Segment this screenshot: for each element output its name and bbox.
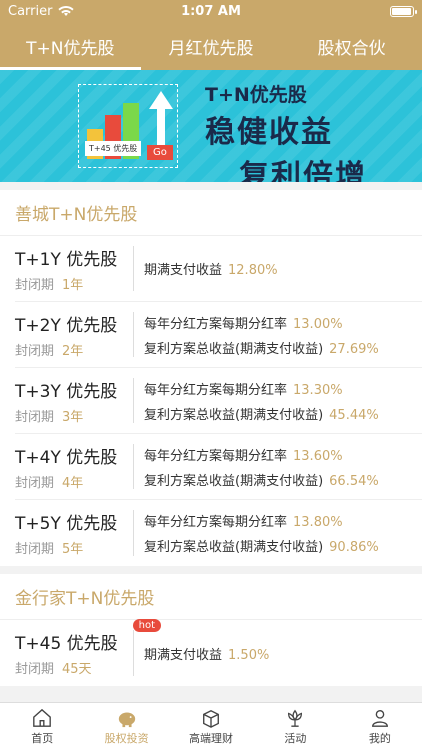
banner-line3: 复利倍增 <box>239 159 367 182</box>
piggy-bank-icon <box>118 712 135 727</box>
banner-go-label: Go <box>147 145 173 160</box>
nav-equity-investment[interactable]: 股权投资 <box>84 703 168 750</box>
tab-tn-preferred[interactable]: T+N优先股 <box>0 22 141 70</box>
nav-home[interactable]: 首页 <box>0 703 84 750</box>
product-name: T+45 优先股 hot <box>15 619 161 654</box>
lockup-value: 4年 <box>62 475 84 491</box>
section-shancheng: 善城T+N优先股 T+1Y 优先股 封闭期 1年 期满支付收益 12.80% T+2… <box>0 190 422 566</box>
nav-label: 高端理财 <box>189 731 234 745</box>
lockup-label: 封闭期 <box>15 542 55 557</box>
product-row[interactable]: T+2Y 优先股 封闭期 2年 每年分红方案每期分红率 13.00% 复利方案总收益… <box>15 302 422 368</box>
nav-premium-wealth[interactable]: 高端理财 <box>169 703 253 750</box>
banner-line2: 稳健收益 <box>205 115 333 150</box>
yield-label: 复利方案总收益(期满支付收益) <box>144 341 324 357</box>
section-title: 金行家T+N优先股 <box>0 574 422 620</box>
home-icon <box>33 708 52 727</box>
up-arrow-icon <box>149 91 173 109</box>
user-icon <box>371 709 388 727</box>
section-title: 善城T+N优先股 <box>0 190 422 236</box>
product-name: T+5Y 优先股 <box>15 514 118 534</box>
lockup-label: 封闭期 <box>15 277 55 293</box>
banner-line1: T+N优先股 <box>205 84 307 106</box>
lockup-value: 1年 <box>62 277 84 293</box>
yield-label: 期满支付收益 <box>144 647 223 663</box>
yield-label: 复利方案总收益(期满支付收益) <box>144 473 324 489</box>
yield-rate: 12.80% <box>228 263 278 278</box>
lockup-label: 封闭期 <box>15 475 55 491</box>
bottom-nav: 首页 股权投资 高端理财 活动 我的 <box>0 702 422 750</box>
product-row[interactable]: T+4Y 优先股 封闭期 4年 每年分红方案每期分红率 13.60% 复利方案总收益… <box>15 434 422 500</box>
nav-activities[interactable]: 活动 <box>253 703 337 750</box>
yield-rate: 13.60% <box>293 448 343 464</box>
lockup-label: 封闭期 <box>15 662 55 677</box>
top-tabs: T+N优先股 月红优先股 股权合伙 <box>0 22 422 70</box>
box-icon <box>203 709 219 728</box>
hot-badge: hot <box>132 619 161 632</box>
clock: 1:07 AM <box>181 3 241 19</box>
yield-rate: 45.44% <box>329 407 379 423</box>
yield-label: 复利方案总收益(期满支付收益) <box>144 540 324 555</box>
yield-rate: 13.30% <box>293 382 343 398</box>
nav-label: 活动 <box>284 731 307 745</box>
yield-rate: 1.50% <box>228 647 270 663</box>
lockup-value: 5年 <box>62 542 84 557</box>
flower-icon <box>288 709 303 727</box>
nav-mine[interactable]: 我的 <box>338 703 422 750</box>
product-row[interactable]: T+45 优先股 hot 封闭期 45天 期满支付收益 1.50% <box>15 619 422 686</box>
nav-label: 首页 <box>31 731 54 745</box>
lockup-value: 2年 <box>62 343 84 359</box>
yield-rate: 90.86% <box>329 540 379 555</box>
yield-label: 复利方案总收益(期满支付收益) <box>144 407 324 423</box>
battery-icon <box>390 5 417 17</box>
yield-rate: 13.80% <box>293 515 343 530</box>
yield-rate: 66.54% <box>329 473 379 489</box>
lockup-label: 封闭期 <box>15 343 55 359</box>
yield-label: 每年分红方案每期分红率 <box>144 448 288 464</box>
yield-label: 每年分红方案每期分红率 <box>144 316 288 332</box>
status-bar: Carrier 1:07 AM <box>0 0 422 22</box>
banner-card: T+45 优先股 <box>85 141 142 156</box>
product-name: T+2Y 优先股 <box>15 315 118 336</box>
product-row[interactable]: T+3Y 优先股 封闭期 3年 每年分红方案每期分红率 13.30% 复利方案总收益… <box>15 368 422 434</box>
product-name: T+3Y 优先股 <box>15 381 118 402</box>
lockup-label: 封闭期 <box>15 409 55 425</box>
lockup-value: 45天 <box>62 662 92 677</box>
nav-label: 股权投资 <box>104 731 149 745</box>
nav-label: 我的 <box>368 731 391 745</box>
product-row[interactable]: T+5Y 优先股 封闭期 5年 每年分红方案每期分红率 13.80% 复利方案总收益… <box>15 500 422 566</box>
promo-banner[interactable]: T+45 优先股 Go T+N优先股 稳健收益 复利倍增 <box>0 70 422 182</box>
product-row[interactable]: T+1Y 优先股 封闭期 1年 期满支付收益 12.80% <box>15 236 422 302</box>
yield-rate: 27.69% <box>329 341 379 357</box>
yield-label: 期满支付收益 <box>144 263 223 278</box>
yield-rate: 13.00% <box>293 316 343 332</box>
section-jinhangjia: 金行家T+N优先股 T+45 优先股 hot 封闭期 45天 期满支付收益 1.50% <box>0 574 422 686</box>
yield-label: 每年分红方案每期分红率 <box>144 515 288 530</box>
product-name: T+4Y 优先股 <box>15 447 118 468</box>
yield-label: 每年分红方案每期分红率 <box>144 382 288 398</box>
tab-equity-partnership[interactable]: 股权合伙 <box>281 22 422 70</box>
product-name: T+1Y 优先股 <box>15 249 118 270</box>
lockup-value: 3年 <box>62 409 84 425</box>
banner-illustration: T+45 优先股 Go <box>78 84 178 168</box>
tab-monthly-preferred[interactable]: 月红优先股 <box>141 22 282 70</box>
